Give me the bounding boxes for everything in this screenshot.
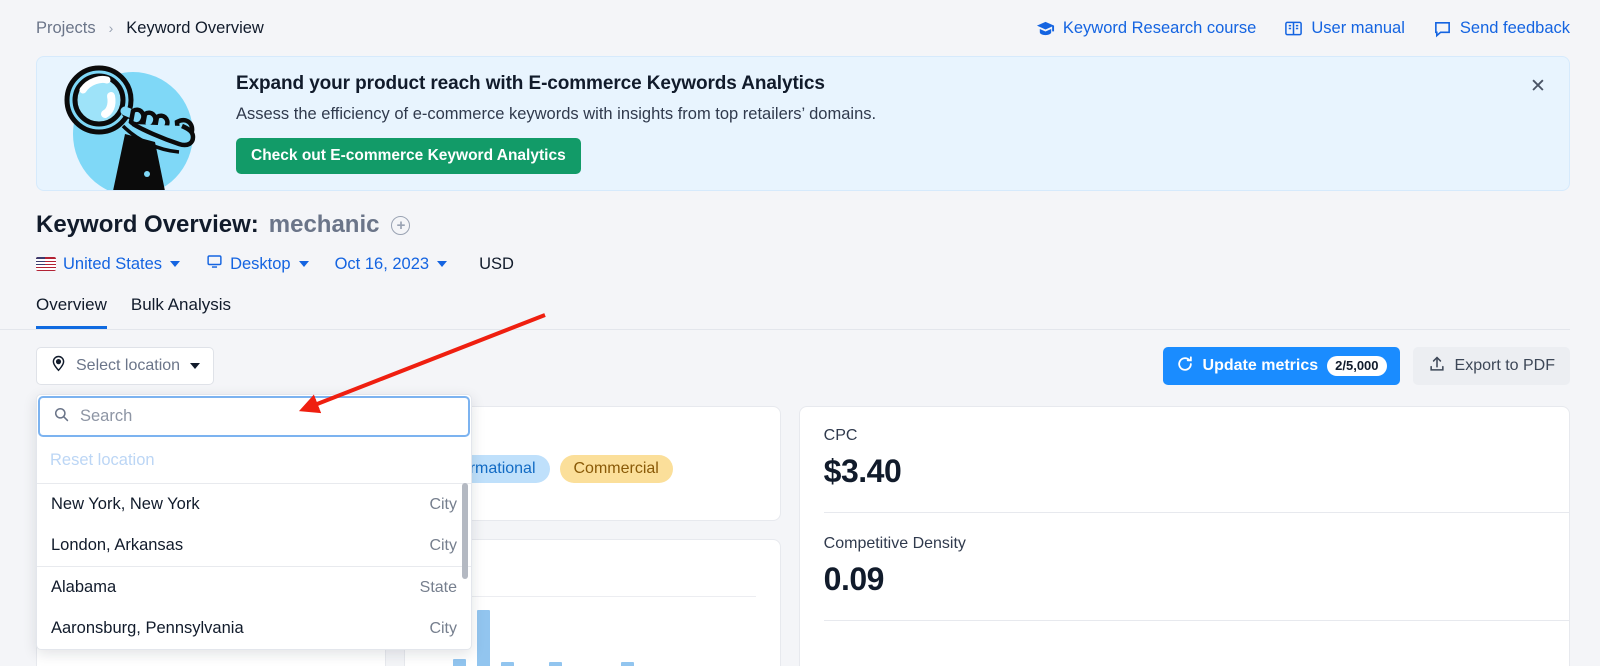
location-group-all: Alabama State Aaronsburg, Pennsylvania C… [37, 567, 471, 649]
title-section: Keyword Overview: mechanic + United Stat… [0, 191, 1600, 275]
page-root: Projects › Keyword Overview Keyword Rese… [0, 0, 1600, 666]
export-pdf-label: Export to PDF [1455, 357, 1555, 375]
page-title-keyword: mechanic [269, 211, 380, 239]
trend-bars [429, 597, 756, 666]
trend-bar [621, 662, 634, 666]
banner-text: Expand your product reach with E-commerc… [232, 73, 876, 174]
dropdown-scrollbar[interactable] [462, 483, 468, 579]
breadcrumb-current: Keyword Overview [126, 19, 264, 38]
list-item[interactable]: New York, New York City [37, 484, 471, 525]
location-group-recent: New York, New York City London, Arkansas… [37, 484, 471, 567]
send-feedback-link[interactable]: Send feedback [1433, 19, 1570, 38]
chevron-down-icon [190, 363, 200, 369]
trend-bar [453, 659, 466, 666]
export-pdf-button[interactable]: Export to PDF [1413, 347, 1570, 385]
controls-row: Select location Update metrics 2/5,000 E… [0, 330, 1600, 385]
update-metrics-label: Update metrics [1203, 357, 1319, 375]
date-label: Oct 16, 2023 [335, 255, 429, 274]
user-manual-label: User manual [1311, 19, 1405, 38]
device-label: Desktop [230, 255, 291, 274]
trend-label: Trend [429, 560, 756, 578]
keyword-research-course-link[interactable]: Keyword Research course [1036, 19, 1257, 38]
meta-row: United States Desktop Oct 16, 2023 USD [36, 253, 1564, 275]
list-item[interactable]: Aaronsburg, Pennsylvania City [37, 608, 471, 649]
plus-circle-icon[interactable]: + [391, 216, 410, 235]
graduation-cap-icon [1036, 19, 1055, 38]
page-title: Keyword Overview: mechanic + [36, 211, 1564, 239]
trend-bar-chart [429, 596, 756, 666]
keyword-research-course-label: Keyword Research course [1063, 19, 1257, 38]
list-item[interactable]: Alabama State [37, 567, 471, 608]
competitive-density-label: Competitive Density [824, 535, 1545, 553]
user-manual-link[interactable]: User manual [1284, 19, 1405, 38]
location-type: State [420, 579, 457, 597]
map-pin-icon [50, 355, 67, 377]
chat-bubble-icon [1433, 19, 1452, 38]
top-links: Keyword Research course User manual Send… [1036, 19, 1570, 38]
card-divider [824, 512, 1569, 513]
trend-bar [501, 662, 514, 666]
location-name: Aaronsburg, Pennsylvania [51, 619, 244, 638]
card-divider [824, 620, 1569, 621]
search-icon [53, 406, 70, 428]
intent-label: Intent [429, 427, 756, 445]
magnifier-hand-illustration [37, 56, 232, 191]
tab-bulk-analysis[interactable]: Bulk Analysis [131, 295, 231, 329]
promo-banner: Expand your product reach with E-commerc… [36, 56, 1570, 191]
trend-bar [549, 662, 562, 666]
list-item[interactable]: London, Arkansas City [37, 525, 471, 566]
country-selector[interactable]: United States [36, 255, 180, 274]
top-bar: Projects › Keyword Overview Keyword Rese… [0, 0, 1600, 56]
update-metrics-count: 2/5,000 [1327, 356, 1386, 377]
chevron-down-icon [437, 261, 447, 267]
upload-icon [1428, 355, 1446, 378]
location-dropdown: Reset location New York, New York City L… [36, 394, 472, 650]
location-type: City [429, 496, 457, 514]
intent-chip-commercial[interactable]: Commercial [560, 455, 673, 483]
location-name: Alabama [51, 578, 116, 597]
desktop-icon [206, 253, 223, 275]
breadcrumb: Projects › Keyword Overview [36, 19, 264, 38]
currency-label: USD [479, 255, 514, 274]
date-selector[interactable]: Oct 16, 2023 [335, 255, 447, 274]
banner-cta-button[interactable]: Check out E-commerce Keyword Analytics [236, 138, 581, 174]
action-buttons: Update metrics 2/5,000 Export to PDF [1163, 347, 1570, 385]
tab-overview[interactable]: Overview [36, 295, 107, 329]
page-title-prefix: Keyword Overview: [36, 211, 259, 239]
update-metrics-button[interactable]: Update metrics 2/5,000 [1163, 347, 1400, 385]
send-feedback-label: Send feedback [1460, 19, 1570, 38]
intent-chips: Informational Commercial [429, 455, 756, 483]
banner-title: Expand your product reach with E-commerc… [236, 73, 876, 95]
banner-subtitle: Assess the efficiency of e-commerce keyw… [236, 105, 876, 124]
chevron-down-icon [299, 261, 309, 267]
location-search-box[interactable] [38, 396, 470, 437]
cpc-value: $3.40 [824, 453, 1545, 490]
reset-location-item[interactable]: Reset location [37, 438, 471, 484]
book-icon [1284, 19, 1303, 38]
location-type: City [429, 537, 457, 555]
breadcrumb-projects[interactable]: Projects [36, 19, 96, 38]
cpc-label: CPC [824, 427, 1545, 445]
search-input[interactable] [80, 407, 455, 426]
cpc-density-card: CPC $3.40 Competitive Density 0.09 [799, 406, 1570, 666]
location-name: London, Arkansas [51, 536, 183, 555]
breadcrumb-separator-icon: › [109, 20, 114, 36]
select-location-button[interactable]: Select location [36, 347, 214, 385]
select-location-label: Select location [76, 357, 180, 375]
trend-bar [477, 610, 490, 666]
location-name: New York, New York [51, 495, 200, 514]
tab-bar: Overview Bulk Analysis [36, 295, 1600, 329]
location-type: City [429, 620, 457, 638]
country-label: United States [63, 255, 162, 274]
us-flag-icon [36, 257, 56, 271]
device-selector[interactable]: Desktop [206, 253, 309, 275]
chevron-down-icon [170, 261, 180, 267]
close-icon[interactable]: ✕ [1527, 75, 1549, 97]
competitive-density-value: 0.09 [824, 561, 1545, 598]
refresh-icon [1176, 355, 1194, 378]
